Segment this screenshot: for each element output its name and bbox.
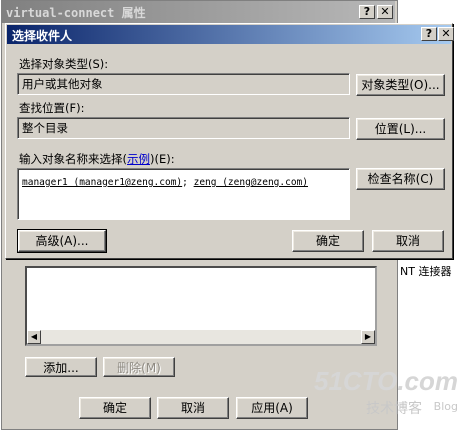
names-label: 输入对象名称来选择(示例)(E): [19,152,175,166]
dialog-title: 选择收件人 [12,29,73,43]
watermark-logo: 51CTO.com [313,366,458,396]
apply-button[interactable]: 应用(A) [236,397,308,419]
names-separator: ; [182,177,194,188]
properties-cancel-button[interactable]: 取消 [157,397,229,419]
properties-help-button[interactable]: ? [359,5,375,19]
object-types-button[interactable]: 对象类型(O)... [356,74,445,96]
object-type-label: 选择对象类型(S): [19,57,109,71]
dialog-ok-button[interactable]: 确定 [292,230,364,252]
recipient-zeng[interactable]: zeng (zeng@zeng.com) [194,177,308,188]
examples-link[interactable]: 示例 [127,152,150,166]
properties-ok-button[interactable]: 确定 [79,397,151,419]
check-names-button[interactable]: 检查名称(C) [356,168,445,190]
properties-close-button[interactable]: ✕ [377,5,393,19]
watermark-subtitle: 技术博客 [366,401,422,417]
location-field: 整个目录 [17,117,350,139]
names-label-text: 输入对象名称来选择 [19,152,123,166]
connector-label: NT 连接器 [400,265,452,278]
object-type-field: 用户或其他对象 [17,73,350,95]
dialog-close-button[interactable]: ✕ [438,27,454,41]
properties-title: virtual-connect 属性 [6,6,146,20]
location-label: 查找位置(F): [19,101,85,115]
add-button[interactable]: 添加... [25,357,97,377]
watermark-blog: Blog [433,400,458,413]
remove-button[interactable]: 删除(M) [103,357,175,377]
locations-button[interactable]: 位置(L)... [356,118,445,140]
scroll-right-icon[interactable]: ▶ [361,330,375,344]
horizontal-scrollbar[interactable]: ◀ ▶ [27,330,375,344]
scroll-left-icon[interactable]: ◀ [27,330,41,344]
dialog-help-button[interactable]: ? [421,27,437,41]
dialog-cancel-button[interactable]: 取消 [372,230,444,252]
names-label-suffix: (E): [154,152,175,166]
object-names-input[interactable]: manager1 (manager1@zeng.com); zeng (zeng… [17,168,350,220]
dialog-titlebar [7,25,451,44]
recipient-manager1[interactable]: manager1 (manager1@zeng.com) [22,177,182,188]
advanced-button[interactable]: 高级(A)... [17,229,107,253]
